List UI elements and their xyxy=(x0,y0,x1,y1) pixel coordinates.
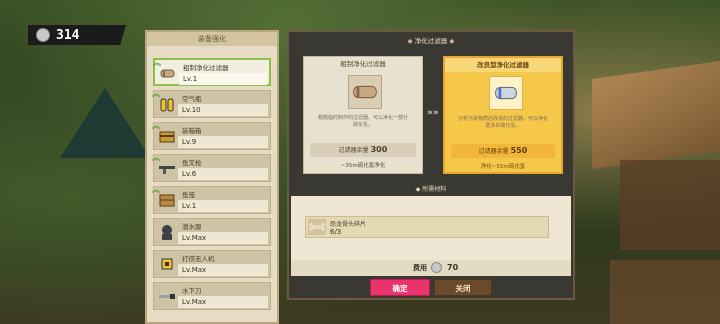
filter-icon xyxy=(348,75,382,109)
item-name: 粗制净化过滤器 xyxy=(183,64,229,72)
next-item-stat: 过滤器余量 550 xyxy=(451,144,555,158)
upgrade-panel: ◆ 净化过滤器 ◆ 粗制净化过滤器 粗糙临时制作的过滤器，可以净化一部分硫化氢。… xyxy=(287,30,575,300)
current-item-sub: ~35m硫化氢净化 xyxy=(340,163,386,169)
item-name: 水下刀 xyxy=(182,287,202,295)
cost-row: 费用 70 xyxy=(291,260,571,276)
background-tent xyxy=(60,88,150,158)
item-name: 空气瓶 xyxy=(182,95,202,103)
material-item[interactable]: 恐龙骨头碎片 6/3 xyxy=(305,216,549,238)
item-level: Lv.9 xyxy=(182,138,197,146)
item-level: Lv.6 xyxy=(182,170,197,178)
item-level: Lv.Max xyxy=(182,298,207,306)
next-item-name: 改良型净化过滤器 xyxy=(445,58,561,72)
harpoon-gun-icon xyxy=(159,166,175,174)
current-item-desc: 粗糙临时制作的过滤器，可以净化一部分硫化氢。 xyxy=(317,115,408,128)
background-hut-wall xyxy=(620,160,720,250)
gear-coin-icon xyxy=(36,28,50,42)
list-item-fish-trap[interactable]: ︽ 鱼笼 Lv.1 xyxy=(152,185,271,214)
equipment-list-title: 装备强化 xyxy=(147,32,277,46)
filter-icon xyxy=(160,69,175,78)
list-item-harpoon-gun[interactable]: ︽ 鱼叉枪 Lv.6 xyxy=(152,153,271,182)
material-count: 6/3 xyxy=(330,228,342,236)
item-level: Lv.1 xyxy=(182,202,197,210)
equipment-list-panel: 装备强化 ︽ 粗制净化过滤器 Lv.1 ︽ 空气瓶 Lv.10 ︽ 装箱箱 Lv… xyxy=(145,30,279,324)
list-item-filter[interactable]: ︽ 粗制净化过滤器 Lv.1 xyxy=(153,58,271,86)
gear-coin-icon xyxy=(431,262,442,273)
materials-area: 恐龙骨头碎片 6/3 xyxy=(291,196,571,260)
next-item-card: 改良型净化过滤器 分析污染物质后改进的过滤器，可以净化更多的硫化氢。 过滤器余量… xyxy=(443,56,563,174)
item-level: Lv.Max xyxy=(182,234,207,242)
knife-icon xyxy=(159,294,175,299)
air-tank-icon xyxy=(160,98,174,112)
fish-trap-icon xyxy=(159,194,175,207)
confirm-button[interactable]: 确定 xyxy=(370,279,430,296)
drone-icon xyxy=(161,258,173,270)
current-item-name: 粗制净化过滤器 xyxy=(340,60,386,68)
item-level: Lv.10 xyxy=(182,106,201,114)
improved-filter-icon xyxy=(489,76,523,110)
list-item-diving-suit[interactable]: 潜水服 Lv.Max xyxy=(153,218,271,246)
currency-value: 314 xyxy=(56,27,80,43)
background-wood xyxy=(610,260,720,324)
item-level: Lv.1 xyxy=(183,75,198,83)
upgrade-arrow: »» xyxy=(427,108,439,118)
next-item-desc: 分析污染物质后改进的过滤器，可以净化更多的硫化氢。 xyxy=(457,116,548,129)
diving-suit-icon xyxy=(162,225,172,240)
next-item-sub: 净化~55m硫化氢 xyxy=(480,164,526,170)
currency-display: 314 xyxy=(28,25,126,45)
item-level: Lv.Max xyxy=(182,266,207,274)
box-icon xyxy=(159,131,175,143)
list-item-drone[interactable]: 打捞无人机 Lv.Max xyxy=(153,250,271,278)
item-name: 鱼叉枪 xyxy=(182,159,202,167)
item-name: 鱼笼 xyxy=(182,191,195,199)
list-item-box[interactable]: ︽ 装箱箱 Lv.9 xyxy=(152,121,271,150)
cost-value: 70 xyxy=(447,263,459,272)
close-button[interactable]: 关闭 xyxy=(434,279,492,296)
current-item-card: 粗制净化过滤器 粗糙临时制作的过滤器，可以净化一部分硫化氢。 过滤器余量 300… xyxy=(303,56,423,174)
bone-icon xyxy=(308,219,326,235)
list-item-knife[interactable]: 水下刀 Lv.Max xyxy=(153,282,271,310)
materials-title: ◆ 所需材料 xyxy=(415,186,447,193)
material-name: 恐龙骨头碎片 xyxy=(330,221,367,228)
current-item-stat: 过滤器余量 300 xyxy=(310,143,416,157)
list-item-air-tank[interactable]: ︽ 空气瓶 Lv.10 xyxy=(152,89,271,118)
upgrade-panel-title: ◆ 净化过滤器 ◆ xyxy=(407,37,455,45)
item-name: 打捞无人机 xyxy=(182,255,215,263)
item-name: 装箱箱 xyxy=(182,127,202,135)
cost-label: 费用 xyxy=(413,264,427,272)
background-hut xyxy=(592,61,720,169)
item-name: 潜水服 xyxy=(182,223,202,231)
